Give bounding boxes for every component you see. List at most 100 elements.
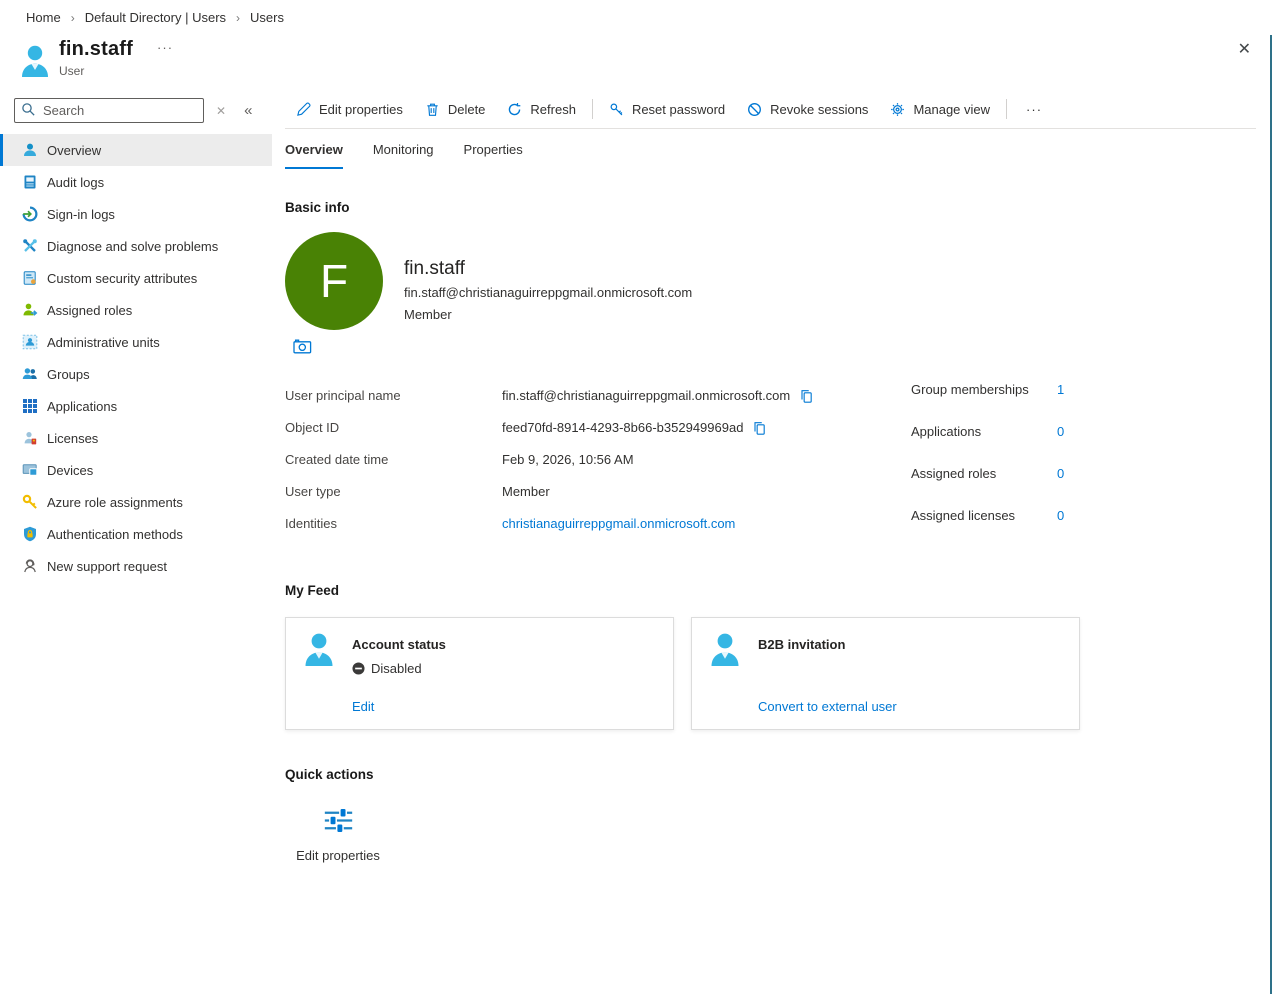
main-content: Edit properties Delete Refresh Reset pas… (285, 90, 1256, 863)
sidebar-item-label: Groups (47, 366, 90, 382)
more-options-icon[interactable]: ··· (157, 40, 173, 55)
applications-count-link[interactable]: 0 (1057, 424, 1064, 439)
sidebar-item-administrative-units[interactable]: Administrative units (0, 326, 272, 358)
toolbar-divider (1006, 99, 1008, 119)
toolbar-divider (591, 99, 593, 119)
sidebar-item-sign-in-logs[interactable]: Sign-in logs (0, 198, 272, 230)
collapse-sidebar-icon[interactable]: « (244, 102, 252, 119)
identities-link[interactable]: christianaguirreppgmail.onmicrosoft.com (502, 516, 735, 531)
revoke-sessions-button[interactable]: Revoke sessions (736, 90, 879, 128)
gear-icon (890, 102, 905, 117)
sidebar-item-label: Sign-in logs (47, 206, 115, 222)
sidebar-item-label: Authentication methods (47, 526, 183, 542)
page-subtitle: User (59, 64, 85, 78)
diagnose-icon (22, 238, 38, 254)
convert-to-external-user-link[interactable]: Convert to external user (758, 699, 897, 714)
field-user-type: User type Member (285, 483, 550, 499)
assigned-licenses-count-link[interactable]: 0 (1057, 508, 1064, 523)
close-icon[interactable]: ✕ (1238, 42, 1251, 58)
audit-logs-icon (22, 174, 38, 190)
sidebar-item-devices[interactable]: Devices (0, 454, 272, 486)
tab-monitoring[interactable]: Monitoring (373, 142, 434, 169)
tab-properties[interactable]: Properties (464, 142, 523, 169)
breadcrumb-home[interactable]: Home (26, 10, 61, 25)
admin-units-icon (22, 334, 38, 350)
sidebar-item-azure-role-assignments[interactable]: Azure role assignments (0, 486, 272, 518)
feed-cards: Account status Disabled Edit B2B invitat… (285, 617, 1256, 730)
quick-actions-heading: Quick actions (285, 767, 374, 782)
sidebar-item-label: Devices (47, 462, 94, 478)
account-status-value: Disabled (352, 661, 422, 676)
sidebar-item-diagnose[interactable]: Diagnose and solve problems (0, 230, 272, 262)
basic-info-heading: Basic info (285, 200, 350, 215)
stat-applications: Applications 0 (911, 424, 1065, 439)
sidebar-item-new-support-request[interactable]: New support request (0, 550, 272, 582)
sidebar-item-licenses[interactable]: Licenses (0, 422, 272, 454)
sidebar-item-label: Custom security attributes (47, 270, 198, 286)
stat-group-memberships: Group memberships 1 (911, 382, 1065, 397)
sidebar-item-label: Azure role assignments (47, 494, 183, 510)
pencil-icon (296, 101, 311, 117)
sidebar-item-custom-security-attributes[interactable]: Custom security attributes (0, 262, 272, 294)
applications-grid-icon (22, 398, 38, 414)
card-title: B2B invitation (758, 637, 846, 652)
sidebar-item-applications[interactable]: Applications (0, 390, 272, 422)
key-reset-icon (609, 102, 624, 117)
sidebar-item-overview[interactable]: Overview (0, 134, 272, 166)
camera-icon[interactable] (293, 339, 313, 354)
sidebar-item-authentication-methods[interactable]: Authentication methods (0, 518, 272, 550)
support-headset-icon (22, 558, 38, 574)
refresh-icon (507, 102, 522, 117)
user-display-name: fin.staff (404, 258, 465, 279)
breadcrumb-directory-users[interactable]: Default Directory | Users (85, 10, 226, 25)
field-list: User principal name fin.staff@christiana… (285, 379, 911, 550)
chevron-right-icon: › (236, 10, 241, 25)
sidebar-item-label: Overview (47, 142, 102, 158)
page-title: fin.staff (59, 38, 134, 60)
assigned-roles-count-link[interactable]: 0 (1057, 466, 1064, 481)
toolbar-more-icon[interactable]: ··· (1012, 102, 1056, 117)
quick-action-label: Edit properties (296, 848, 380, 863)
b2b-invitation-card: B2B invitation Convert to external user (691, 617, 1080, 730)
sidebar-item-audit-logs[interactable]: Audit logs (0, 166, 272, 198)
security-attributes-icon (22, 270, 38, 286)
manage-view-button[interactable]: Manage view (879, 90, 1001, 128)
blocked-icon (352, 662, 365, 675)
refresh-button[interactable]: Refresh (496, 90, 587, 128)
command-bar: Edit properties Delete Refresh Reset pas… (285, 90, 1256, 129)
reset-password-button[interactable]: Reset password (598, 90, 736, 128)
sidebar-nav: Overview Audit logs Sign-in logs Diagnos… (0, 134, 272, 582)
account-status-card: Account status Disabled Edit (285, 617, 674, 730)
assigned-roles-icon (22, 302, 38, 318)
info-grid: User principal name fin.staff@christiana… (285, 379, 1256, 550)
quick-action-edit-properties[interactable]: Edit properties (293, 805, 383, 863)
stat-assigned-licenses: Assigned licenses 0 (911, 508, 1065, 523)
my-feed-heading: My Feed (285, 583, 340, 598)
copy-icon[interactable] (799, 389, 814, 404)
sidebar-item-label: Licenses (47, 430, 99, 446)
sidebar-item-groups[interactable]: Groups (0, 358, 272, 390)
sidebar-item-assigned-roles[interactable]: Assigned roles (0, 294, 272, 326)
edit-properties-button[interactable]: Edit properties (285, 90, 414, 128)
groups-icon (22, 366, 38, 382)
user-membership: Member (404, 307, 452, 322)
sidebar-item-label: Diagnose and solve problems (47, 238, 219, 254)
edit-account-status-link[interactable]: Edit (352, 699, 374, 714)
breadcrumb-users[interactable]: Users (250, 10, 284, 25)
chevron-right-icon: › (70, 10, 75, 25)
field-created-date-time: Created date time Feb 9, 2026, 10:56 AM (285, 451, 634, 467)
group-memberships-count-link[interactable]: 1 (1057, 382, 1064, 397)
tab-overview[interactable]: Overview (285, 142, 343, 169)
field-object-id: Object ID feed70fd-8914-4293-8b66-b35294… (285, 411, 911, 443)
sidebar: ✕ « Overview Audit logs Sign-in logs Dia… (0, 98, 272, 582)
blade-edge-divider (1270, 35, 1272, 994)
sign-in-logs-icon (22, 206, 38, 222)
user-email: fin.staff@christianaguirreppgmail.onmicr… (404, 285, 693, 300)
delete-button[interactable]: Delete (414, 90, 497, 128)
clear-search-icon[interactable]: ✕ (216, 104, 226, 118)
field-identities: Identities christianaguirreppgmail.onmic… (285, 515, 736, 531)
sidebar-item-label: Audit logs (47, 174, 105, 190)
stats-list: Group memberships 1 Applications 0 Assig… (911, 379, 1064, 550)
copy-icon[interactable] (752, 421, 767, 436)
search-input[interactable] (14, 98, 204, 123)
